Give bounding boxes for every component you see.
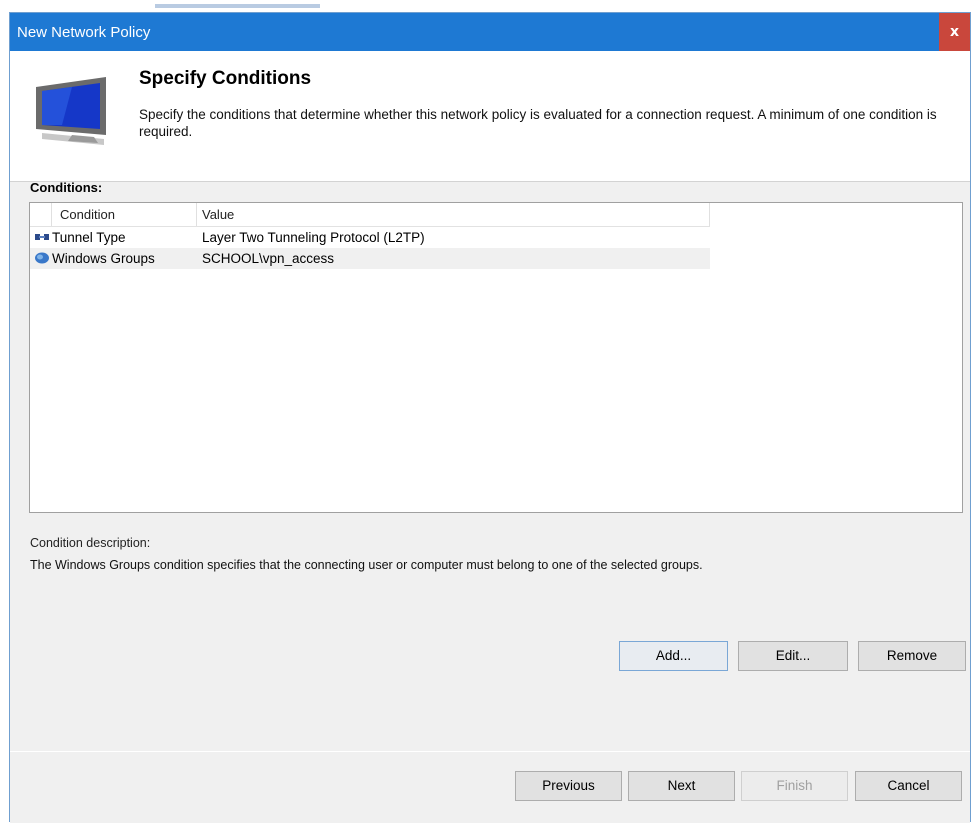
next-button[interactable]: Next <box>628 771 735 801</box>
add-button[interactable]: Add... <box>619 641 728 671</box>
list-header: Condition Value <box>30 203 710 227</box>
previous-button[interactable]: Previous <box>515 771 622 801</box>
monitor-icon <box>36 77 106 145</box>
active-tab-indicator <box>155 4 320 8</box>
column-header-condition[interactable]: Condition <box>52 203 197 226</box>
remove-button[interactable]: Remove <box>858 641 966 671</box>
finish-button[interactable]: Finish <box>741 771 848 801</box>
table-row[interactable]: Tunnel Type Layer Two Tunneling Protocol… <box>30 227 710 248</box>
page-description: Specify the conditions that determine wh… <box>139 107 937 139</box>
condition-name: Windows Groups <box>52 251 155 266</box>
close-button[interactable]: x <box>939 13 970 51</box>
description-text: The Windows Groups condition specifies t… <box>30 558 703 572</box>
wizard-footer: Previous Next Finish Cancel <box>10 751 970 823</box>
header-spacer <box>30 203 52 226</box>
table-row[interactable]: Windows Groups SCHOOL\vpn_access <box>30 248 710 269</box>
window-title: New Network Policy <box>17 24 151 41</box>
wizard-header: Specify Conditions Specify the condition… <box>10 51 970 182</box>
conditions-list[interactable]: Condition Value Tunnel Type Layer Two Tu… <box>29 202 963 513</box>
conditions-label: Conditions: <box>30 180 103 195</box>
title-bar: New Network Policy x <box>10 13 970 51</box>
column-header-value[interactable]: Value <box>197 203 710 226</box>
group-icon <box>35 252 49 264</box>
dialog-window: New Network Policy x Specify Conditions … <box>9 12 971 823</box>
condition-value: Layer Two Tunneling Protocol (L2TP) <box>202 230 425 245</box>
taskbar-strip <box>0 0 972 9</box>
tunnel-icon <box>35 234 49 240</box>
description-label: Condition description: <box>30 536 151 550</box>
cancel-button[interactable]: Cancel <box>855 771 962 801</box>
condition-value: SCHOOL\vpn_access <box>202 251 335 266</box>
edit-button[interactable]: Edit... <box>738 641 848 671</box>
condition-name: Tunnel Type <box>52 230 126 245</box>
page-title: Specify Conditions <box>139 68 312 89</box>
